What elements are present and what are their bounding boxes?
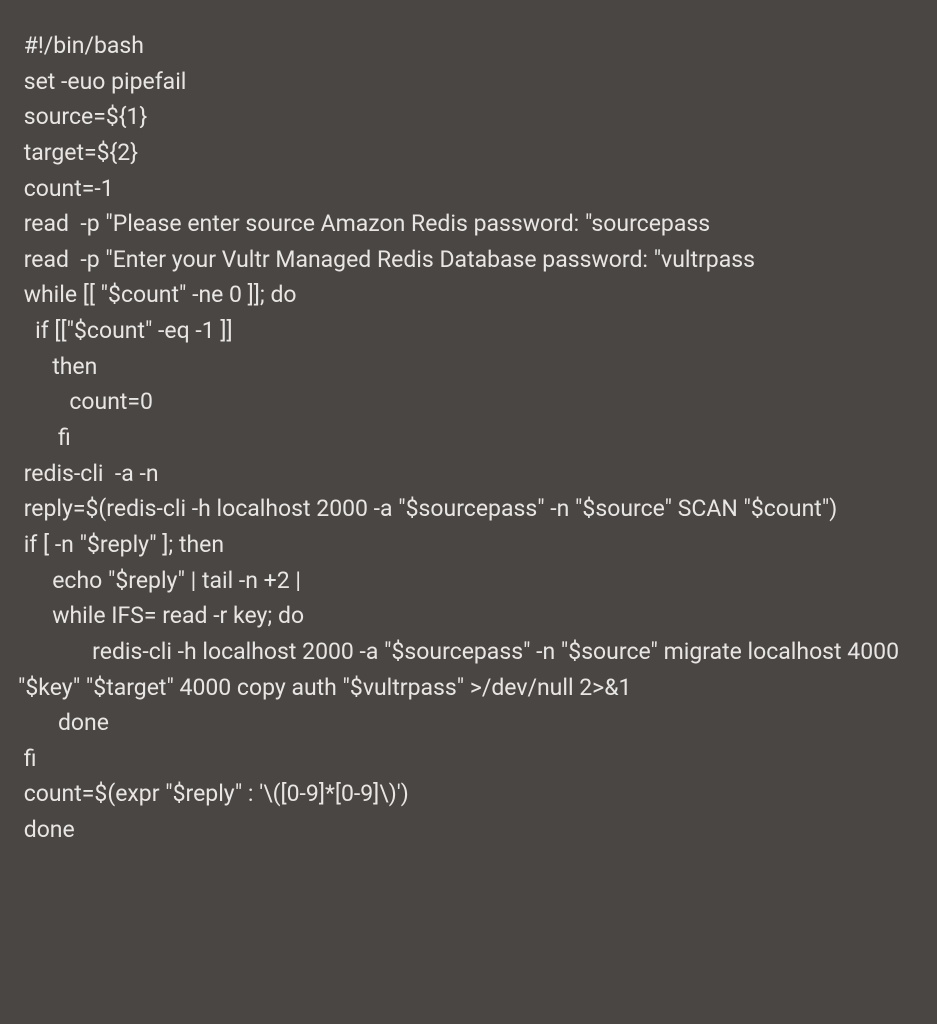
bash-script-code-block: #!/bin/bash set -euo pipefail source=${1… [18,28,919,848]
